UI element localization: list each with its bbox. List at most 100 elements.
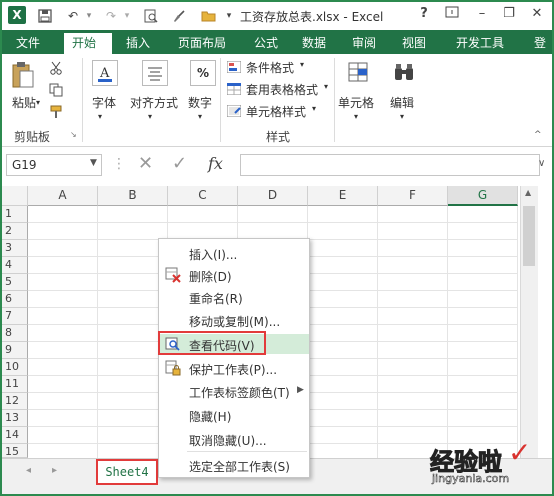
restore-button[interactable]: ❐ xyxy=(499,6,519,21)
paste-icon[interactable] xyxy=(10,60,36,90)
cells-dropdown-icon[interactable]: ▾ xyxy=(354,112,358,121)
redo-dropdown-icon[interactable]: ▾ xyxy=(118,7,136,25)
menu-item-label: 取消隐藏(U)... xyxy=(189,434,267,448)
percent-icon[interactable]: % xyxy=(190,60,216,86)
brush-icon[interactable] xyxy=(170,7,188,25)
row-header[interactable]: 8 xyxy=(2,325,28,342)
alignment-button[interactable]: 对齐方式 xyxy=(130,94,178,111)
sheet-tab-sheet4[interactable]: Sheet4 xyxy=(96,459,158,485)
menu-item-unhide[interactable]: 取消隐藏(U)... xyxy=(159,429,309,449)
tab-data[interactable]: 数据 xyxy=(294,33,334,54)
format-painter-icon[interactable] xyxy=(48,104,64,120)
select-all-corner[interactable] xyxy=(2,186,28,206)
paste-dropdown-icon[interactable]: ▾ xyxy=(36,98,40,107)
menu-item-delete[interactable]: 删除(D) xyxy=(159,265,309,285)
cancel-icon[interactable]: ✕ xyxy=(138,153,153,174)
open-folder-icon[interactable] xyxy=(200,7,218,25)
row-header[interactable]: 3 xyxy=(2,240,28,257)
menu-item-hide[interactable]: 隐藏(H) xyxy=(159,405,309,425)
clipboard-launcher-icon[interactable]: ↘ xyxy=(70,130,77,139)
row-header[interactable]: 13 xyxy=(2,410,28,427)
cells-button[interactable]: 单元格 xyxy=(338,94,374,111)
editing-button[interactable]: 编辑 xyxy=(390,94,414,111)
font-icon[interactable]: A xyxy=(92,60,118,86)
scroll-up-icon[interactable]: ▲ xyxy=(525,188,531,197)
row-header[interactable]: 5 xyxy=(2,274,28,291)
tab-sign-in[interactable]: 登 xyxy=(526,33,552,54)
next-sheet-icon[interactable]: ▸ xyxy=(52,465,57,476)
tab-formulas[interactable]: 公式 xyxy=(246,33,286,54)
column-header-e[interactable]: E xyxy=(308,186,378,206)
menu-item-insert[interactable]: 插入(I)... xyxy=(159,243,309,263)
number-dropdown-icon[interactable]: ▾ xyxy=(198,112,202,121)
name-box-dropdown-icon[interactable]: ▼ xyxy=(90,158,97,168)
cells-icon[interactable] xyxy=(346,60,370,84)
scroll-thumb[interactable] xyxy=(523,206,535,266)
column-header-b[interactable]: B xyxy=(98,186,168,206)
tab-insert[interactable]: 插入 xyxy=(118,33,158,54)
row-header[interactable]: 2 xyxy=(2,223,28,240)
binoculars-icon[interactable] xyxy=(392,60,416,84)
minimize-button[interactable]: – xyxy=(472,6,492,21)
menu-item-tab-color[interactable]: 工作表标签颜色(T) ▶ xyxy=(159,381,309,401)
font-button[interactable]: 字体 xyxy=(92,94,116,111)
font-dropdown-icon[interactable]: ▾ xyxy=(98,112,102,121)
menu-item-label: 保护工作表(P)... xyxy=(189,363,278,377)
editing-dropdown-icon[interactable]: ▾ xyxy=(400,112,404,121)
column-header-c[interactable]: C xyxy=(168,186,238,206)
menu-item-move-copy[interactable]: 移动或复制(M)... xyxy=(159,310,309,330)
row-header[interactable]: 10 xyxy=(2,359,28,376)
row-header[interactable]: 14 xyxy=(2,427,28,444)
tab-developer[interactable]: 开发工具 xyxy=(448,33,512,54)
align-icon[interactable] xyxy=(142,60,168,86)
menu-item-rename[interactable]: 重命名(R) xyxy=(159,287,309,307)
column-header-f[interactable]: F xyxy=(378,186,448,206)
table-format-button[interactable]: 套用表格格式 xyxy=(246,81,318,98)
undo-dropdown-icon[interactable]: ▾ xyxy=(80,7,98,25)
menu-item-select-all-sheets[interactable]: 选定全部工作表(S) xyxy=(159,455,309,475)
tab-review[interactable]: 审阅 xyxy=(344,33,384,54)
formula-input[interactable] xyxy=(240,154,540,176)
number-button[interactable]: 数字 xyxy=(188,94,212,111)
enter-icon[interactable]: ✓ xyxy=(172,153,187,174)
paste-button[interactable]: 粘贴 xyxy=(12,94,36,111)
name-box[interactable]: G19 xyxy=(6,154,102,176)
tab-view[interactable]: 视图 xyxy=(394,33,434,54)
column-header-a[interactable]: A xyxy=(28,186,98,206)
conditional-format-button[interactable]: 条件格式 xyxy=(246,59,294,76)
row-header[interactable]: 4 xyxy=(2,257,28,274)
ribbon-display-icon[interactable] xyxy=(442,6,462,22)
column-header-d[interactable]: D xyxy=(238,186,308,206)
row-header[interactable]: 1 xyxy=(2,206,28,223)
cell-style-button[interactable]: 单元格样式 xyxy=(246,103,306,120)
expand-formula-icon[interactable]: ∨ xyxy=(538,158,545,169)
column-header-g[interactable]: G xyxy=(448,186,518,206)
close-button[interactable]: ✕ xyxy=(527,6,547,21)
save-icon[interactable] xyxy=(36,7,54,25)
tab-page-layout[interactable]: 页面布局 xyxy=(170,33,234,54)
row-header[interactable]: 15 xyxy=(2,444,28,458)
alignment-dropdown-icon[interactable]: ▾ xyxy=(148,112,152,121)
menu-item-label: 插入(I)... xyxy=(189,248,238,262)
row-header[interactable]: 7 xyxy=(2,308,28,325)
menu-item-protect-sheet[interactable]: 保护工作表(P)... xyxy=(159,358,309,378)
cell-style-dropdown-icon[interactable]: ▾ xyxy=(312,104,316,113)
customize-qat-icon[interactable]: ▾ xyxy=(220,7,238,25)
print-preview-icon[interactable] xyxy=(142,7,160,25)
insert-function-icon[interactable]: fx xyxy=(208,154,223,173)
cut-icon[interactable] xyxy=(48,60,64,76)
row-header[interactable]: 9 xyxy=(2,342,28,359)
copy-icon[interactable] xyxy=(48,82,64,98)
conditional-format-dropdown-icon[interactable]: ▾ xyxy=(300,60,304,69)
row-header[interactable]: 11 xyxy=(2,376,28,393)
prev-sheet-icon[interactable]: ◂ xyxy=(26,465,31,476)
excel-window: X ↶ ▾ ↷ ▾ ▾ 工资存放总表.xlsx - Excel ? – ❐ ✕ … xyxy=(2,2,552,494)
vertical-scrollbar[interactable]: ▲ xyxy=(520,186,538,458)
help-button[interactable]: ? xyxy=(414,6,434,21)
collapse-ribbon-icon[interactable]: ^ xyxy=(534,130,542,140)
tab-file[interactable]: 文件 xyxy=(8,33,48,54)
row-header[interactable]: 12 xyxy=(2,393,28,410)
tab-home[interactable]: 开始 xyxy=(64,33,112,54)
row-header[interactable]: 6 xyxy=(2,291,28,308)
table-format-dropdown-icon[interactable]: ▾ xyxy=(324,82,328,91)
